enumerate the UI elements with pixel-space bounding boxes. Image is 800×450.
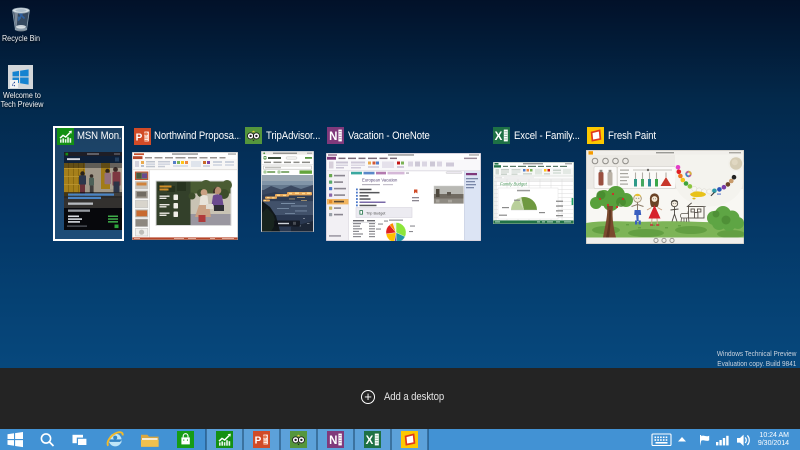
svg-text:Trip Budget: Trip Budget: [366, 212, 386, 216]
svg-text:European Vacation: European Vacation: [362, 178, 398, 183]
svg-text:Family Budget: Family Budget: [500, 181, 528, 186]
